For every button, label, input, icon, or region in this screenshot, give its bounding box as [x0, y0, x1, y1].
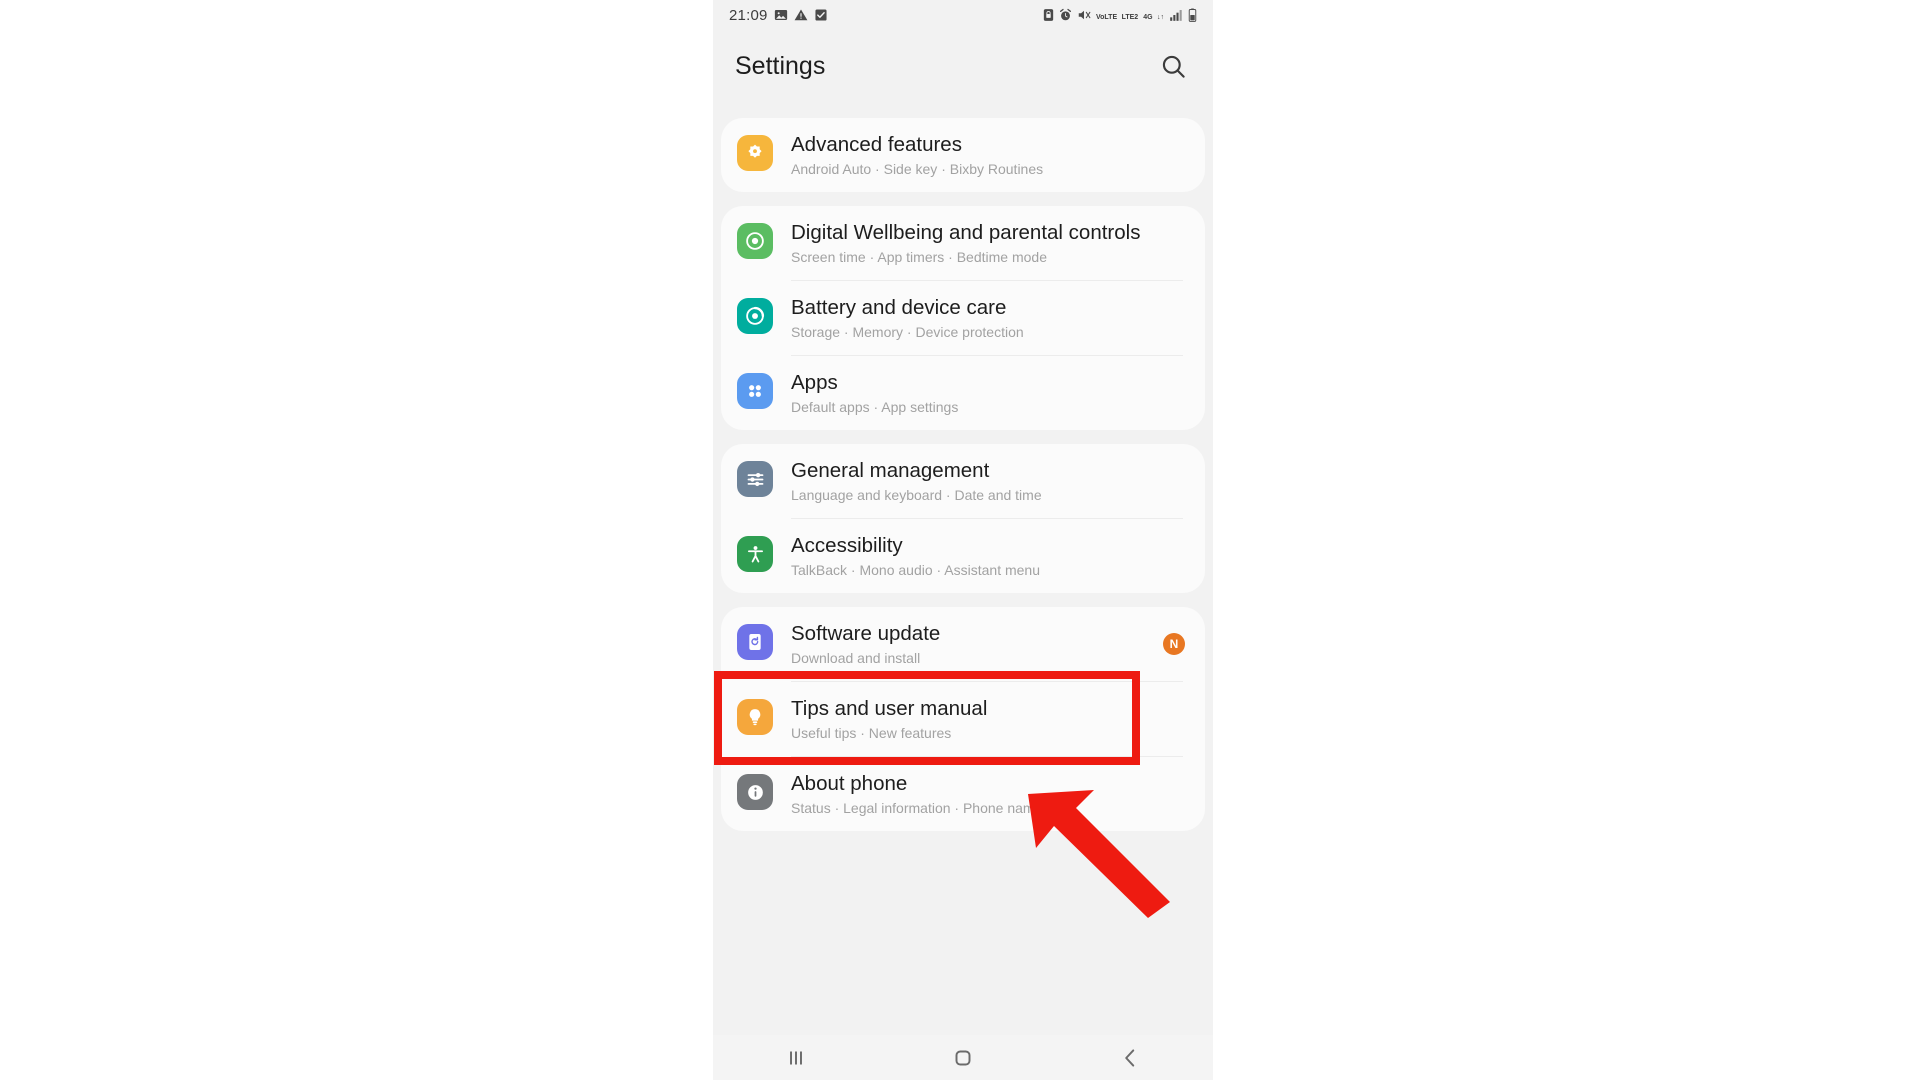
- settings-row-title: Digital Wellbeing and parental controls: [791, 221, 1141, 244]
- settings-row-text: Software update Download and install: [791, 621, 1189, 667]
- settings-row-subtitle: TalkBack · Mono audio · Assistant menu: [791, 562, 1041, 578]
- settings-row-text: General management Language and keyboard …: [791, 458, 1189, 504]
- status-bar-clock: 21:09: [729, 6, 768, 24]
- settings-row-subtitle: Download and install: [791, 650, 921, 666]
- sliders-icon: [737, 461, 773, 497]
- settings-row-title: Battery and device care: [791, 296, 1007, 319]
- settings-row-text: Apps Default apps · App settings: [791, 370, 1189, 416]
- status-badge: N: [1163, 633, 1185, 655]
- phone-screen: 21:09 VoLTE LTE2 4G ↓↑ Settings Advanced…: [713, 0, 1213, 1080]
- settings-row-battery-and-device-care[interactable]: Battery and device care Storage · Memory …: [721, 281, 1205, 355]
- settings-row-title: About phone: [791, 772, 908, 795]
- volte-icon: VoLTE LTE2: [1096, 14, 1139, 21]
- settings-row-title: Software update: [791, 622, 941, 645]
- home-icon[interactable]: [928, 1035, 998, 1080]
- settings-row-text: Accessibility TalkBack · Mono audio · Ass…: [791, 533, 1189, 579]
- image-icon: [774, 8, 788, 22]
- settings-row-general-management[interactable]: General management Language and keyboard …: [721, 444, 1205, 518]
- wellbeing-circle-icon: [737, 223, 773, 259]
- 4g-icon: 4G ↓↑: [1143, 14, 1164, 21]
- settings-row-apps[interactable]: Apps Default apps · App settings: [721, 356, 1205, 430]
- lock-icon: [1043, 8, 1054, 22]
- settings-card: Advanced features Android Auto · Side key…: [721, 118, 1205, 192]
- alarm-clock-icon: [1059, 8, 1072, 22]
- lightbulb-icon: [737, 699, 773, 735]
- software-update-icon: [737, 624, 773, 660]
- warning-triangle-icon: [794, 8, 808, 22]
- settings-row-title: General management: [791, 459, 990, 482]
- page-title: Settings: [735, 51, 826, 80]
- settings-row-title: Accessibility: [791, 534, 903, 557]
- device-care-icon: [737, 298, 773, 334]
- signal-bars-icon: [1169, 8, 1183, 22]
- settings-list[interactable]: Advanced features Android Auto · Side key…: [713, 102, 1213, 1035]
- status-bar-left: 21:09: [729, 7, 828, 24]
- settings-row-title: Advanced features: [791, 133, 962, 156]
- settings-row-title: Apps: [791, 371, 838, 394]
- settings-row-text: Digital Wellbeing and parental controls S…: [791, 220, 1189, 266]
- back-icon[interactable]: [1095, 1035, 1165, 1080]
- settings-card: General management Language and keyboard …: [721, 444, 1205, 593]
- settings-row-tips-and-user-manual[interactable]: Tips and user manual Useful tips · New fe…: [721, 682, 1205, 756]
- settings-row-text: Battery and device care Storage · Memory …: [791, 295, 1189, 341]
- settings-row-title: Tips and user manual: [791, 697, 988, 720]
- battery-icon: [1188, 8, 1197, 22]
- info-icon: [737, 774, 773, 810]
- settings-row-subtitle: Screen time · App timers · Bedtime mode: [791, 249, 1047, 265]
- recents-icon[interactable]: [761, 1035, 831, 1080]
- settings-row-text: About phone Status · Legal information · …: [791, 771, 1189, 817]
- search-icon[interactable]: [1155, 48, 1191, 84]
- app-bar: Settings: [713, 30, 1213, 102]
- settings-row-digital-wellbeing-and-parental-controls[interactable]: Digital Wellbeing and parental controls S…: [721, 206, 1205, 280]
- settings-row-subtitle: Android Auto · Side key · Bixby Routines: [791, 161, 1044, 177]
- accessibility-person-icon: [737, 536, 773, 572]
- mute-vibrate-icon: [1077, 8, 1091, 22]
- navigation-bar: [713, 1035, 1213, 1080]
- settings-row-subtitle: Storage · Memory · Device protection: [791, 324, 1024, 340]
- settings-row-advanced-features[interactable]: Advanced features Android Auto · Side key…: [721, 118, 1205, 192]
- settings-row-software-update[interactable]: Software update Download and install N: [721, 607, 1205, 681]
- settings-row-subtitle: Language and keyboard · Date and time: [791, 487, 1042, 503]
- settings-card: Digital Wellbeing and parental controls S…: [721, 206, 1205, 430]
- settings-row-text: Tips and user manual Useful tips · New fe…: [791, 696, 1189, 742]
- gear-plus-icon: [737, 135, 773, 171]
- checkbox-icon: [814, 8, 828, 22]
- screenshot-root: 21:09 VoLTE LTE2 4G ↓↑ Settings Advanced…: [0, 0, 1920, 1080]
- settings-row-subtitle: Useful tips · New features: [791, 725, 952, 741]
- settings-row-subtitle: Default apps · App settings: [791, 399, 959, 415]
- settings-row-subtitle: Status · Legal information · Phone name: [791, 800, 1043, 816]
- apps-grid-icon: [737, 373, 773, 409]
- settings-row-accessibility[interactable]: Accessibility TalkBack · Mono audio · Ass…: [721, 519, 1205, 593]
- status-bar: 21:09 VoLTE LTE2 4G ↓↑: [713, 0, 1213, 30]
- settings-row-about-phone[interactable]: About phone Status · Legal information · …: [721, 757, 1205, 831]
- settings-card: Software update Download and install N Tips…: [721, 607, 1205, 831]
- status-bar-right: VoLTE LTE2 4G ↓↑: [1043, 6, 1197, 24]
- settings-row-text: Advanced features Android Auto · Side key…: [791, 132, 1189, 178]
